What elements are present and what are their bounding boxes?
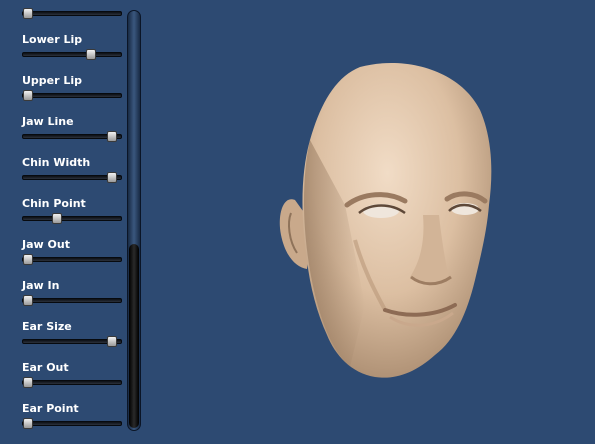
slider-row: Lower Lip xyxy=(0,33,125,74)
slider-thumb[interactable] xyxy=(23,295,33,306)
slider-track[interactable] xyxy=(22,336,122,347)
slider-label: Ear Size xyxy=(22,320,72,333)
slider-thumb[interactable] xyxy=(106,336,117,347)
head-model-render xyxy=(279,62,492,378)
slider-label: Lower Lip xyxy=(22,33,83,46)
slider-row: Ear Point xyxy=(0,402,125,443)
slider-row: Chin Point xyxy=(0,197,125,238)
slider-row: Chin Width xyxy=(0,156,125,197)
slider-track[interactable] xyxy=(22,418,122,429)
slider-track[interactable] xyxy=(22,172,122,183)
slider-label: Chin Width xyxy=(22,156,91,169)
slider-track[interactable] xyxy=(22,295,122,306)
slider-label: Jaw Out xyxy=(22,238,70,251)
panel-scrollbar[interactable] xyxy=(127,10,141,431)
slider-row: Jaw Line xyxy=(0,115,125,156)
morph-slider-panel: Lower Lip Upper Lip Jaw Line Chin Width Chin… xyxy=(0,0,125,444)
slider-thumb[interactable] xyxy=(23,377,33,388)
slider-thumb[interactable] xyxy=(23,8,33,19)
slider-track[interactable] xyxy=(22,377,122,388)
slider-row xyxy=(0,0,125,33)
slider-track[interactable] xyxy=(22,213,122,224)
slider-thumb[interactable] xyxy=(23,418,33,429)
slider-thumb[interactable] xyxy=(23,90,33,101)
slider-label: Ear Out xyxy=(22,361,69,374)
slider-label: Upper Lip xyxy=(22,74,83,87)
slider-track[interactable] xyxy=(22,8,122,19)
slider-thumb[interactable] xyxy=(52,213,63,224)
slider-track[interactable] xyxy=(22,254,122,265)
slider-row: Ear Out xyxy=(0,361,125,402)
panel-scrollbar-thumb[interactable] xyxy=(129,244,139,428)
slider-label: Jaw Line xyxy=(22,115,74,128)
slider-thumb[interactable] xyxy=(106,131,117,142)
slider-row: Upper Lip xyxy=(0,74,125,115)
slider-label: Chin Point xyxy=(22,197,86,210)
slider-row: Jaw In xyxy=(0,279,125,320)
slider-thumb[interactable] xyxy=(86,49,97,60)
slider-track[interactable] xyxy=(22,49,122,60)
slider-thumb[interactable] xyxy=(106,172,117,183)
slider-label: Ear Point xyxy=(22,402,79,415)
slider-row: Jaw Out xyxy=(0,238,125,279)
head-3d-viewport[interactable] xyxy=(255,55,510,390)
slider-track[interactable] xyxy=(22,131,122,142)
slider-thumb[interactable] xyxy=(23,254,33,265)
slider-label: Jaw In xyxy=(22,279,60,292)
slider-track[interactable] xyxy=(22,90,122,101)
slider-row: Ear Size xyxy=(0,320,125,361)
character-editor-screen: Lower Lip Upper Lip Jaw Line Chin Width Chin… xyxy=(0,0,595,444)
